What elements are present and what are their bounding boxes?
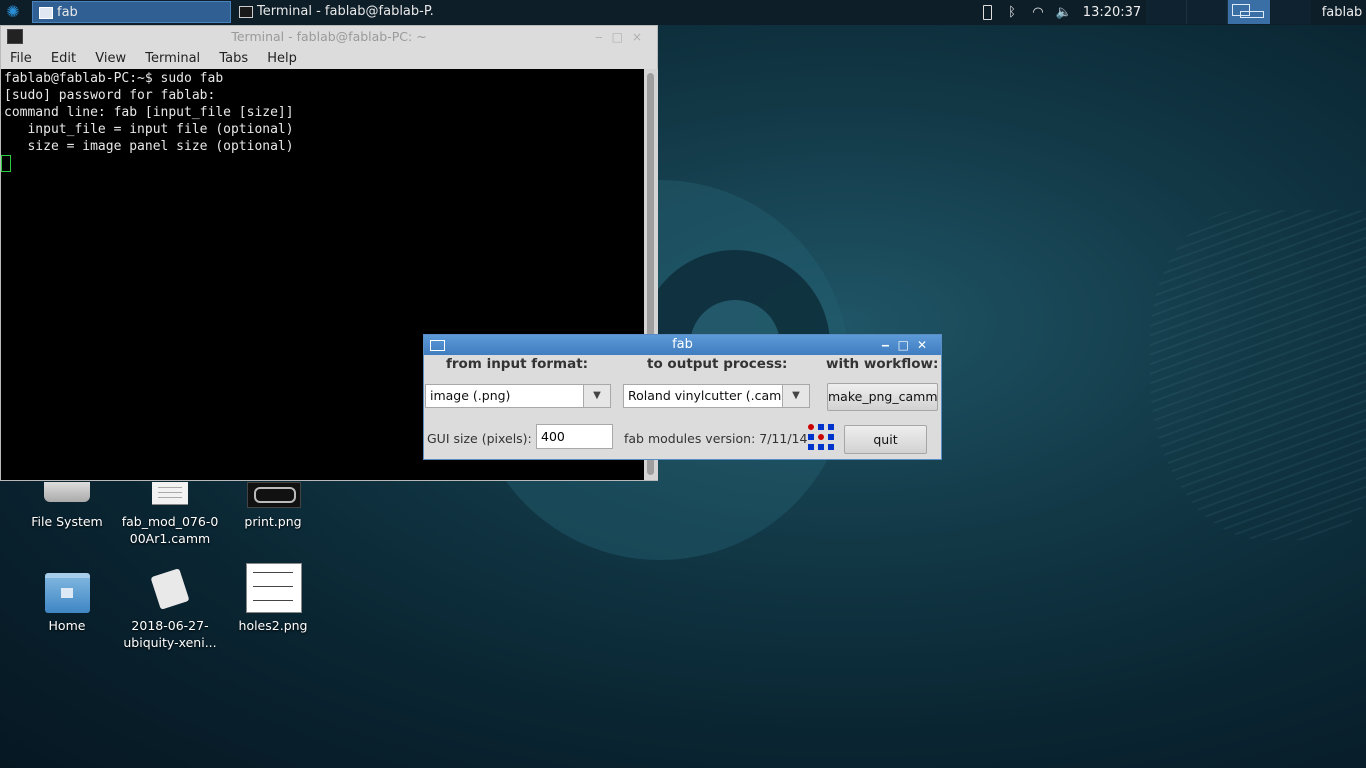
desktop-icon-home[interactable]: Home [17,617,117,634]
document-icon[interactable] [152,482,188,505]
fab-window: fab ‒□✕ from input format: to output pro… [423,334,942,460]
quit-button[interactable]: quit [844,425,927,454]
bluetooth-icon[interactable]: ᛒ [1004,0,1020,25]
top-panel: ✺ fab Terminal - fablab@fablab-P... ᛒ ◠ … [0,0,1366,25]
taskbar-item-terminal[interactable]: Terminal - fablab@fablab-P... [233,1,433,23]
user-menu[interactable]: fablab [1318,0,1366,25]
window-title: fab [672,337,693,352]
menu-view[interactable]: View [95,48,126,70]
home-folder-icon[interactable] [45,573,90,613]
terminal-line: [sudo] password for fablab: [4,88,216,103]
desktop-icon-ubiquity[interactable]: 2018-06-27- ubiquity-xeni... [120,617,220,651]
terminal-line: command line: fab [input_file [size]] [4,105,294,120]
menu-tabs[interactable]: Tabs [219,48,248,70]
fab-titlebar[interactable]: fab ‒□✕ [424,335,941,355]
workspace-2[interactable] [1187,0,1228,24]
desktop-icon-label: File System [31,514,103,529]
window-icon [430,340,445,351]
chevron-down-icon[interactable]: ▼ [782,385,809,407]
terminal-cursor [1,155,11,172]
taskbar-item-fab[interactable]: fab [32,1,231,23]
window-controls[interactable]: ‒□✕ [881,335,935,355]
output-process-select[interactable]: Roland vinylcutter (.camm) ▼ [623,384,810,408]
app-menu-icon[interactable]: ✺ [4,3,22,21]
workspace-4[interactable] [1271,0,1311,24]
desktop-icon-file-system[interactable]: File System [17,513,117,530]
desktop-icon-holes2-png[interactable]: holes2.png [223,617,323,634]
workspace-1[interactable] [1146,0,1187,24]
output-process-value: Roland vinylcutter (.camm) [628,388,799,403]
workspace-3[interactable] [1228,0,1270,24]
file-system-icon[interactable] [44,482,90,502]
window-title: Terminal - fablab@fablab-PC: ~ [231,29,427,44]
terminal-line: fablab@fablab-PC:~$ sudo fab [4,71,224,86]
clock[interactable]: 13:20:37 [1082,0,1142,25]
image-thumbnail-icon[interactable] [246,563,302,613]
chevron-down-icon[interactable]: ▼ [583,385,610,407]
version-label: fab modules version: 7/11/14 [624,431,808,446]
output-process-header: to output process: [647,356,788,372]
terminal-icon [7,29,23,44]
desktop-icon-camm-file[interactable]: fab_mod_076-0 00Ar1.camm [120,513,220,547]
workflow-header: with workflow: [826,356,939,372]
desktop-icon-print-png[interactable]: print.png [223,513,323,530]
image-thumbnail-icon[interactable] [247,482,301,508]
terminal-titlebar[interactable]: Terminal - fablab@fablab-PC: ~ ‒□× [1,26,657,48]
terminal-line: size = image panel size (optional) [4,139,294,154]
wifi-icon[interactable]: ◠ [1027,0,1049,25]
menu-terminal[interactable]: Terminal [145,48,200,70]
desktop-icon-label: 2018-06-27- ubiquity-xeni... [123,618,217,650]
gui-size-input[interactable]: 400 [536,424,613,449]
wallpaper-lines [1150,210,1366,540]
desktop-icon-label: Home [48,618,86,633]
input-format-select[interactable]: image (.png) ▼ [425,384,611,408]
battery-icon[interactable] [980,0,994,25]
taskbar-item-label: Terminal - fablab@fablab-P... [257,4,433,19]
desktop-icon-label: print.png [244,514,302,529]
fab-logo-icon [808,424,834,450]
window-icon [39,7,53,19]
volume-icon[interactable]: 🔈 [1053,0,1075,25]
taskbar-item-label: fab [57,5,78,20]
terminal-icon [239,6,253,18]
desktop-icon-label: holes2.png [238,618,308,633]
gui-size-label: GUI size (pixels): [427,431,532,446]
input-format-header: from input format: [446,356,589,372]
disc-image-file-icon[interactable] [150,568,190,610]
terminal-line: input_file = input file (optional) [4,122,294,137]
workflow-button[interactable]: make_png_camm [827,383,938,411]
menu-help[interactable]: Help [267,48,297,70]
terminal-menubar: File Edit View Terminal Tabs Help [1,48,657,70]
menu-file[interactable]: File [10,48,32,70]
window-controls[interactable]: ‒□× [595,26,651,48]
desktop-icon-label: fab_mod_076-0 00Ar1.camm [121,514,219,546]
input-format-value: image (.png) [430,388,511,403]
menu-edit[interactable]: Edit [51,48,76,70]
